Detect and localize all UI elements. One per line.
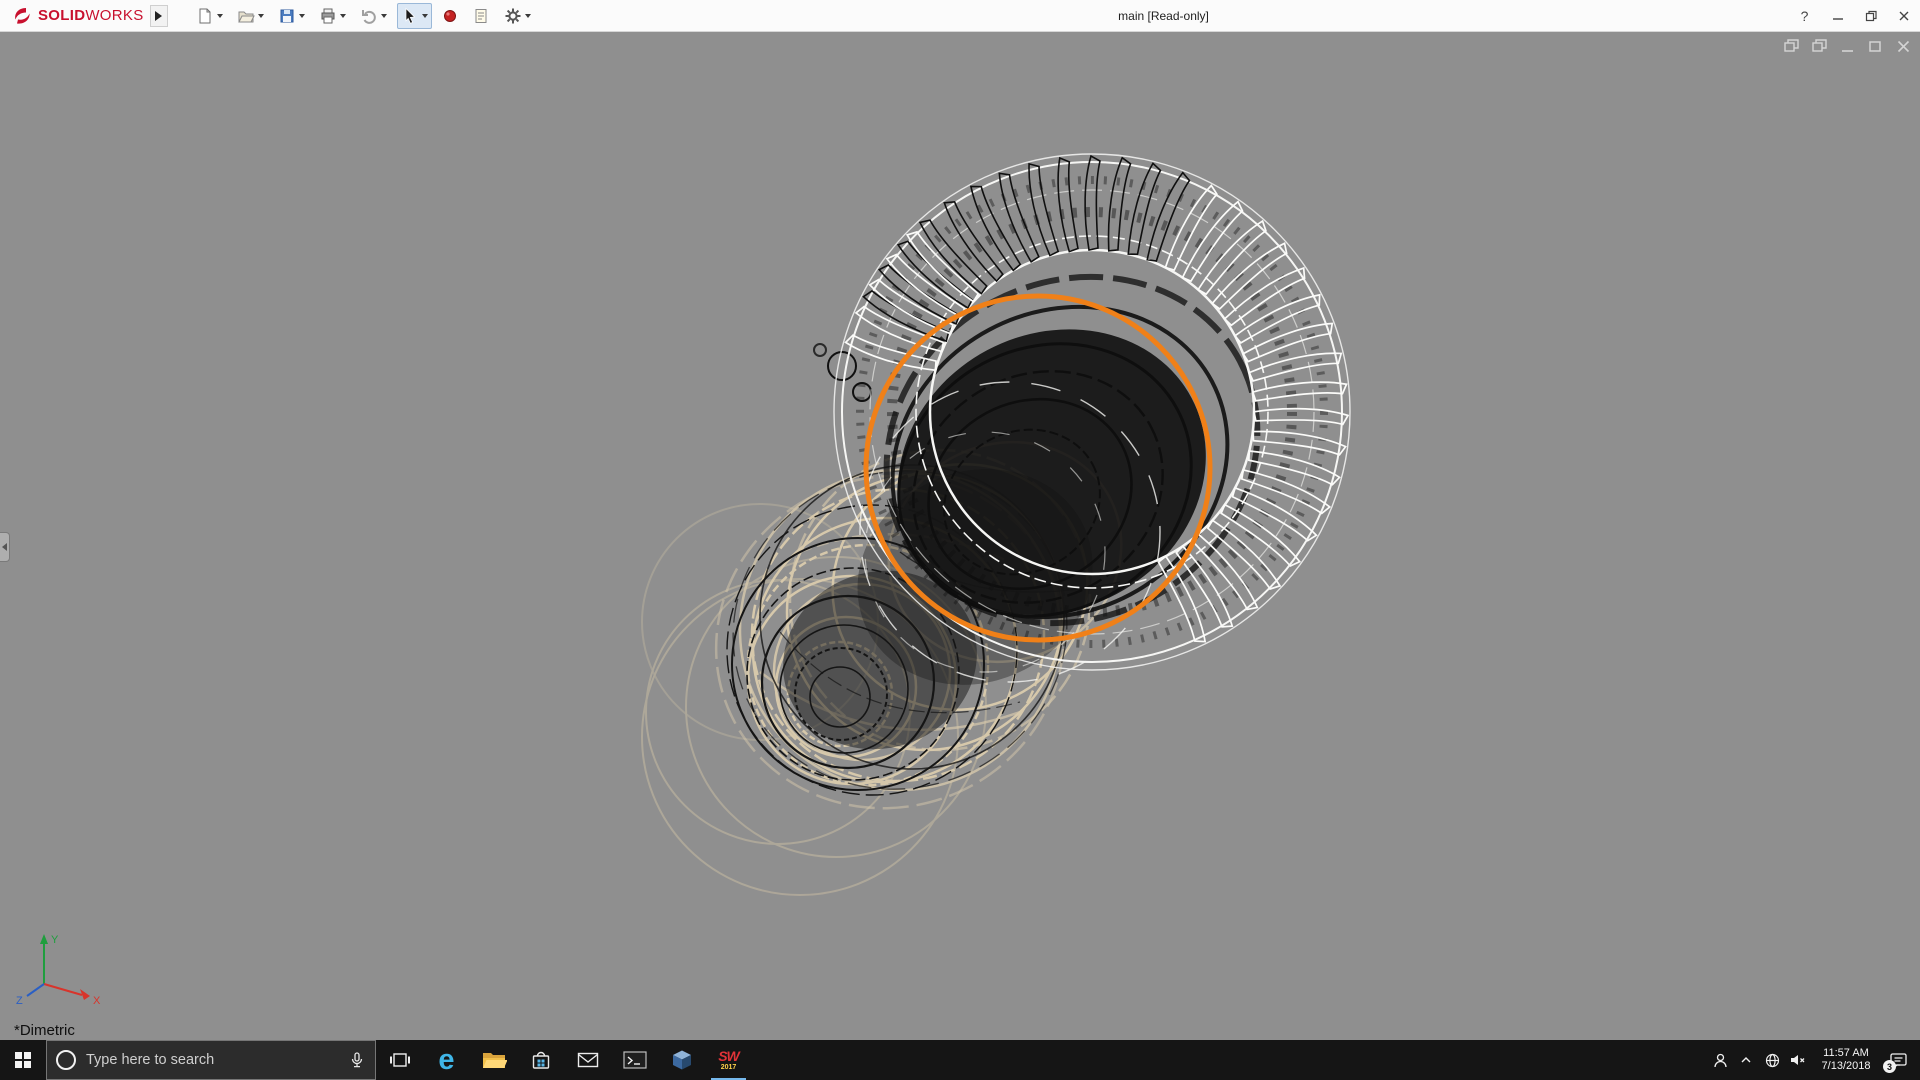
- taskbar-clock[interactable]: 11:57 AM 7/13/2018: [1815, 1047, 1877, 1073]
- terminal-icon: [622, 1051, 647, 1069]
- standard-toolbar: [192, 2, 535, 29]
- help-button[interactable]: ?: [1788, 0, 1821, 32]
- tray-overflow-button[interactable]: [1733, 1040, 1759, 1080]
- task-view-icon: [389, 1053, 410, 1067]
- open-folder-icon: [237, 11, 255, 22]
- undo-button[interactable]: [356, 3, 391, 29]
- doc-window-icon[interactable]: [1810, 37, 1828, 55]
- microphone-icon[interactable]: [348, 1051, 366, 1069]
- graphics-viewport[interactable]: Y X Z *Dimetric: [0, 32, 1920, 1040]
- dropdown-caret-icon[interactable]: [298, 13, 305, 18]
- panel-collapse-tab[interactable]: [0, 532, 10, 562]
- triad-x-label: X: [93, 995, 101, 1007]
- window-controls: ?: [1788, 0, 1920, 32]
- collapse-arrow-icon: [2, 543, 7, 551]
- cube-icon: [672, 1050, 691, 1070]
- gear-icon: [505, 8, 521, 23]
- new-document-button[interactable]: [192, 3, 227, 29]
- start-button[interactable]: [0, 1040, 46, 1080]
- edge-button[interactable]: e: [423, 1040, 470, 1080]
- print-button[interactable]: [315, 3, 350, 29]
- window-title: main [Read-only]: [1118, 8, 1209, 23]
- windows-logo-icon: [15, 1052, 31, 1068]
- clock-time: 11:57 AM: [1823, 1047, 1869, 1059]
- brand-works-text: WORKS: [85, 7, 144, 24]
- file-explorer-icon: [482, 1053, 507, 1068]
- dropdown-caret-icon[interactable]: [524, 13, 531, 18]
- solidworks-logo: SOLID WORKS: [0, 0, 150, 31]
- close-icon: [1899, 11, 1908, 21]
- restore-icon: [1865, 10, 1877, 22]
- dropdown-caret-icon[interactable]: [257, 13, 264, 18]
- notification-count-badge: 3: [1883, 1060, 1896, 1073]
- triad-y-label: Y: [51, 934, 59, 946]
- doc-minimize-icon[interactable]: [1838, 37, 1856, 55]
- search-input[interactable]: [86, 1052, 339, 1068]
- store-icon: [532, 1051, 549, 1069]
- print-icon: [321, 8, 335, 23]
- save-button[interactable]: [274, 3, 309, 29]
- action-center-button[interactable]: 3: [1881, 1040, 1915, 1080]
- restore-button[interactable]: [1854, 0, 1887, 32]
- red-sphere-icon: [443, 9, 456, 22]
- cad-cube-button[interactable]: [658, 1040, 705, 1080]
- taskbar-search[interactable]: [46, 1040, 376, 1080]
- volume-button[interactable]: [1785, 1040, 1811, 1080]
- menu-expand-arrow[interactable]: [149, 4, 168, 27]
- new-document-icon: [199, 8, 211, 23]
- close-button[interactable]: [1887, 0, 1920, 32]
- save-floppy-icon: [280, 9, 294, 22]
- solidworks-icon: SW 2017: [718, 1048, 740, 1071]
- store-button[interactable]: [517, 1040, 564, 1080]
- mail-icon: [577, 1052, 598, 1068]
- minimize-button[interactable]: [1821, 0, 1854, 32]
- cortana-icon[interactable]: [56, 1050, 76, 1070]
- people-icon: [1713, 1053, 1727, 1067]
- system-tray: 11:57 AM 7/13/2018 3: [1707, 1040, 1920, 1080]
- dropdown-caret-icon[interactable]: [421, 13, 428, 18]
- speaker-mute-icon: [1791, 1055, 1805, 1065]
- document-window-controls: [1782, 37, 1912, 55]
- mail-button[interactable]: [564, 1040, 611, 1080]
- edge-icon: e: [438, 1043, 455, 1076]
- reference-triad: Y X Z: [16, 934, 101, 1007]
- undo-arrow-icon: [361, 9, 376, 24]
- taskbar: e: [0, 1040, 1920, 1080]
- ds-logo-icon: [15, 7, 30, 24]
- appearance-button[interactable]: [438, 3, 462, 29]
- dropdown-caret-icon[interactable]: [380, 13, 387, 18]
- help-label: ?: [1800, 8, 1809, 24]
- view-orientation-label: *Dimetric: [14, 1022, 75, 1039]
- triad-z-label: Z: [16, 995, 23, 1007]
- network-button[interactable]: [1759, 1040, 1785, 1080]
- doc-window-icon[interactable]: [1782, 37, 1800, 55]
- solidworks-year-badge: 2017: [720, 1064, 737, 1071]
- note-list-icon: [475, 8, 487, 23]
- open-button[interactable]: [233, 3, 268, 29]
- doc-close-icon[interactable]: [1894, 37, 1912, 55]
- expand-triangle-icon: [155, 10, 163, 21]
- select-arrow-icon: [405, 7, 415, 24]
- task-view-button[interactable]: [376, 1040, 423, 1080]
- dropdown-caret-icon[interactable]: [216, 13, 223, 18]
- doc-restore-icon[interactable]: [1866, 37, 1884, 55]
- select-tool-button[interactable]: [396, 2, 432, 29]
- file-explorer-button[interactable]: [470, 1040, 517, 1080]
- brand-solid-text: SOLID: [38, 7, 86, 24]
- network-globe-icon: [1765, 1053, 1779, 1067]
- people-button[interactable]: [1707, 1040, 1733, 1080]
- title-bar: SOLID WORKS main [Read-only] ?: [0, 0, 1920, 32]
- clock-date: 7/13/2018: [1821, 1060, 1871, 1072]
- options-button[interactable]: [500, 3, 535, 29]
- engine-model-wireframe[interactable]: [0, 32, 1920, 1040]
- terminal-button[interactable]: [611, 1040, 658, 1080]
- design-binder-button[interactable]: [468, 3, 494, 29]
- minimize-icon: [1832, 18, 1843, 20]
- solidworks-button[interactable]: SW 2017: [705, 1040, 752, 1080]
- dropdown-caret-icon[interactable]: [339, 13, 346, 18]
- chevron-up-icon: [1741, 1057, 1751, 1063]
